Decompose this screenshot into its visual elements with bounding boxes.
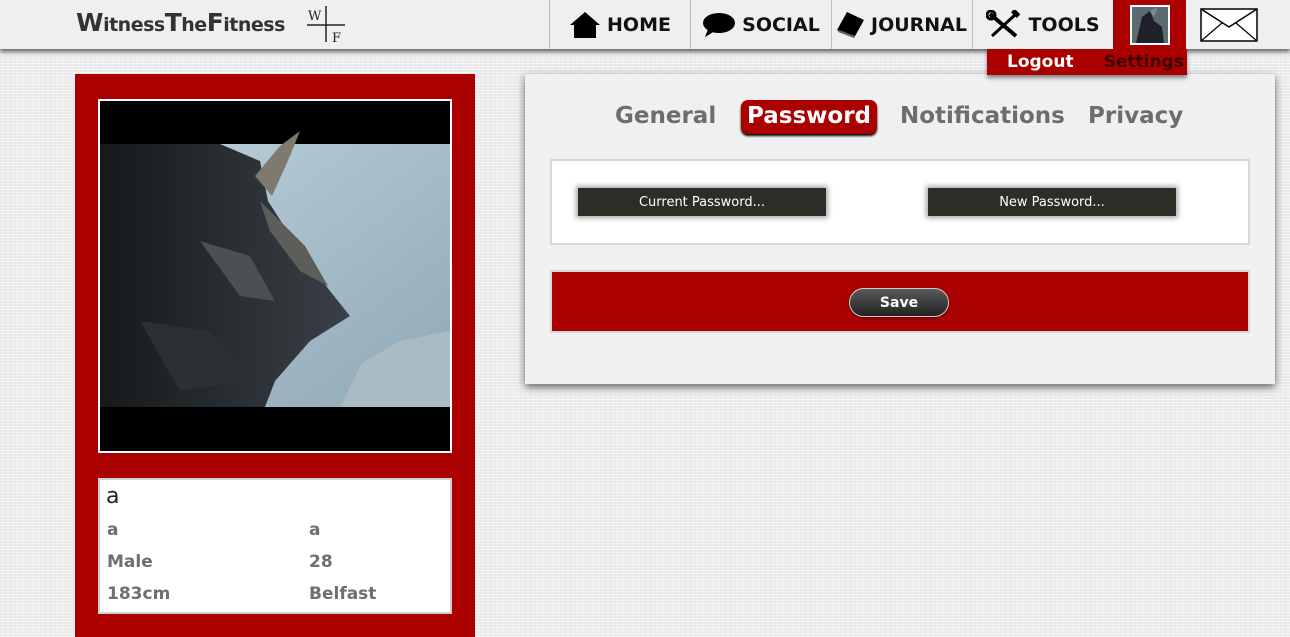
tab-general[interactable]: General xyxy=(615,100,716,134)
logout-link[interactable]: Logout xyxy=(1007,52,1074,72)
nav-tools-label: TOOLS xyxy=(1028,13,1100,36)
brand-text: itness xyxy=(223,14,285,36)
save-button[interactable]: Save xyxy=(849,288,949,317)
profile-age: 28 xyxy=(309,552,333,572)
tab-privacy[interactable]: Privacy xyxy=(1088,100,1183,134)
tab-notifications[interactable]: Notifications xyxy=(900,100,1065,134)
user-avatar xyxy=(1129,4,1170,45)
site-brand[interactable]: WitnessTheFitness xyxy=(76,8,285,37)
user-dropdown-menu: Logout Settings xyxy=(987,49,1187,75)
home-icon xyxy=(570,11,601,38)
profile-info-card: a a a Male 28 183cm Belfast xyxy=(98,478,452,614)
main-nav: HOME SOCIAL JOURNAL TOOLS xyxy=(549,0,1271,49)
save-bar: Save xyxy=(550,270,1250,333)
settings-tabs: General Password Notifications Privacy xyxy=(525,100,1275,134)
brand-letter: F xyxy=(206,8,224,37)
nav-home-label: HOME xyxy=(607,13,671,36)
profile-height: 183cm xyxy=(107,584,171,604)
nav-messages[interactable] xyxy=(1186,0,1271,49)
profile-field: a xyxy=(107,520,119,540)
brand-text: he xyxy=(181,14,207,36)
brand-text: itness xyxy=(103,14,165,36)
nav-journal-label: JOURNAL xyxy=(871,13,967,36)
speech-bubble-icon xyxy=(703,12,736,37)
tab-password[interactable]: Password xyxy=(741,100,877,134)
avatar-image xyxy=(1131,6,1168,43)
logo-letter-w: W xyxy=(308,9,322,24)
envelope-icon xyxy=(1199,7,1258,42)
brand-letter: T xyxy=(164,8,182,37)
brand-letter: W xyxy=(76,8,104,37)
nav-social[interactable]: SOCIAL xyxy=(690,0,831,49)
nav-user-avatar-button[interactable] xyxy=(1113,0,1186,49)
profile-gender: Male xyxy=(107,552,153,572)
settings-link[interactable]: Settings xyxy=(1104,52,1184,72)
settings-card: General Password Notifications Privacy S… xyxy=(525,74,1275,384)
nav-social-label: SOCIAL xyxy=(742,13,820,36)
new-password-input[interactable] xyxy=(928,188,1176,216)
brand-logo-icon[interactable]: W F xyxy=(305,4,347,44)
current-password-input[interactable] xyxy=(578,188,826,216)
password-fields-box xyxy=(550,159,1250,245)
nav-tools[interactable]: TOOLS xyxy=(972,0,1113,49)
profile-name: a xyxy=(106,484,120,509)
nav-journal[interactable]: JOURNAL xyxy=(831,0,972,49)
book-icon xyxy=(837,11,864,38)
profile-panel: a a a Male 28 183cm Belfast xyxy=(75,74,475,637)
logo-letter-f: F xyxy=(332,31,341,44)
profile-photo-image xyxy=(100,101,450,451)
nav-home[interactable]: HOME xyxy=(549,0,690,49)
tools-icon xyxy=(986,9,1021,38)
profile-location: Belfast xyxy=(309,584,377,604)
profile-photo[interactable] xyxy=(98,99,452,453)
top-navigation-bar: WitnessTheFitness W F HOME SOCIAL JOURNA… xyxy=(0,0,1290,49)
profile-field: a xyxy=(309,520,321,540)
